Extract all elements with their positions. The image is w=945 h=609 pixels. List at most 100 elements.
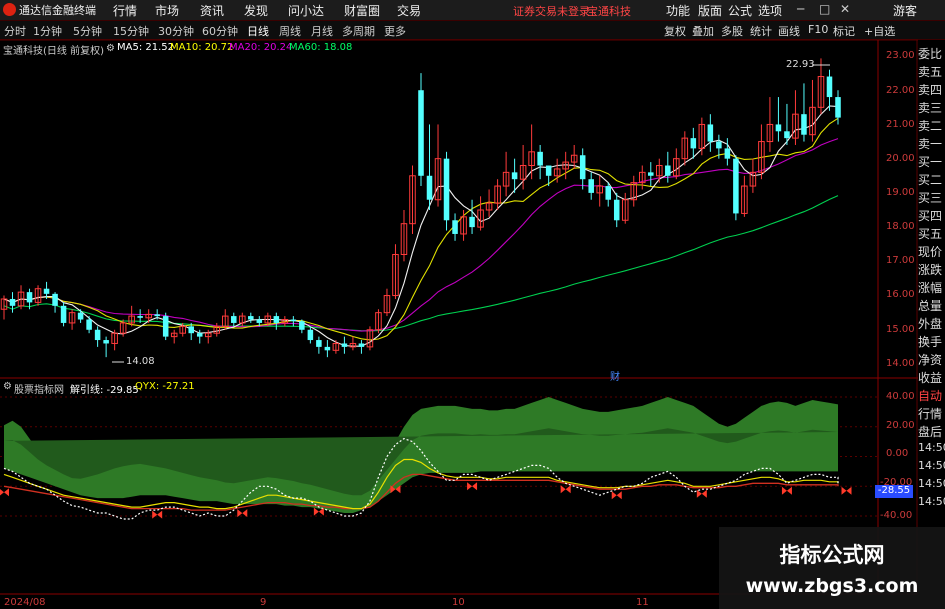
- candle-body: [307, 329, 314, 341]
- candle-body: [835, 97, 841, 118]
- rpanel-buy2[interactable]: 买二: [918, 171, 945, 188]
- y-tick: 20.00: [886, 153, 915, 164]
- indicator-line1-label: 解引线: -29.85: [70, 385, 139, 396]
- candle-body: [665, 165, 671, 176]
- candle-body: [511, 172, 518, 180]
- low-price-label: 14.08: [126, 356, 155, 367]
- candle-body: [77, 312, 84, 320]
- candle-body: [784, 131, 790, 139]
- rpanel-turnover[interactable]: 换手: [918, 333, 945, 350]
- rpanel-pct[interactable]: 涨幅: [918, 279, 945, 296]
- candle-body: [613, 199, 620, 221]
- ma60-label: MA60: 18.08: [289, 42, 353, 53]
- y-tick: 22.00: [886, 85, 915, 96]
- rpanel-buy4[interactable]: 买四: [918, 207, 945, 224]
- indicator-name: 股票指标网: [14, 385, 64, 396]
- candle-body: [162, 316, 169, 337]
- candle-body: [545, 165, 552, 176]
- candle-body: [86, 319, 92, 330]
- rpanel-buy1[interactable]: 买一: [918, 153, 945, 170]
- butterfly-marker-icon: [467, 482, 478, 491]
- rpanel-sell5[interactable]: 卖五: [918, 63, 945, 80]
- candle-body: [154, 314, 160, 317]
- candle-body: [256, 319, 263, 323]
- indicator-current-value: -28.55: [875, 485, 913, 498]
- finance-marker[interactable]: 财: [610, 368, 620, 383]
- candle-body: [537, 151, 543, 166]
- y-tick: 17.00: [886, 255, 915, 266]
- candle-body: [103, 340, 109, 344]
- ind-y-tick: 40.00: [886, 391, 915, 402]
- butterfly-marker-icon: [696, 489, 707, 498]
- high-price-label: 22.93: [786, 59, 815, 70]
- date-label: 10: [452, 597, 465, 608]
- y-tick: 15.00: [886, 324, 915, 335]
- butterfly-marker-icon: [841, 486, 852, 495]
- candle-body: [137, 316, 143, 318]
- rpanel-weibi[interactable]: 委比: [918, 45, 945, 62]
- butterfly-marker-icon: [0, 488, 9, 497]
- rpanel-tick-time: 14:50: [918, 441, 945, 454]
- chart-canvas[interactable]: [0, 0, 945, 609]
- candle-body: [775, 124, 782, 132]
- candle-body: [60, 305, 67, 323]
- watermark-title: 指标公式网: [779, 543, 885, 567]
- candle-body: [248, 316, 254, 320]
- rpanel-tick-time: 14:50: [918, 495, 945, 508]
- rpanel-afterhours[interactable]: 盘后: [918, 423, 945, 440]
- candle-body: [605, 186, 611, 200]
- ma10-label: MA10: 20.72: [170, 42, 234, 53]
- candle-body: [26, 292, 33, 303]
- ma60-line: [3, 195, 839, 332]
- candle-body: [231, 316, 237, 323]
- indicator-settings-icon[interactable]: ⚙: [3, 381, 12, 392]
- rpanel-buy5[interactable]: 买五: [918, 225, 945, 242]
- ind-y-tick: 0.00: [886, 448, 909, 459]
- rpanel-sell3[interactable]: 卖三: [918, 99, 945, 116]
- ma20-label: MA20: 20.24: [229, 42, 293, 53]
- ind-y-tick: 20.00: [886, 420, 915, 431]
- candle-body: [443, 158, 450, 221]
- candle-body: [324, 346, 331, 351]
- rpanel-quote[interactable]: 行情: [918, 405, 945, 422]
- rpanel-netasset[interactable]: 净资: [918, 351, 945, 368]
- candle-body: [358, 343, 365, 347]
- rpanel-sell4[interactable]: 卖四: [918, 81, 945, 98]
- main-chart-title: 宝通科技(日线 前复权): [3, 46, 104, 57]
- settings-gear-icon[interactable]: ⚙: [106, 43, 115, 54]
- rpanel-earnings[interactable]: 收益: [918, 369, 945, 386]
- rpanel-outer[interactable]: 外盘: [918, 315, 945, 332]
- rpanel-tick-time: 14:50: [918, 477, 945, 490]
- rpanel-buy3[interactable]: 买三: [918, 189, 945, 206]
- date-label: 9: [260, 597, 267, 608]
- candle-body: [707, 124, 714, 142]
- y-tick: 18.00: [886, 221, 915, 232]
- rpanel-change[interactable]: 涨跌: [918, 261, 945, 278]
- candle-body: [196, 333, 203, 337]
- candle-body: [43, 288, 50, 294]
- rpanel-volume[interactable]: 总量: [918, 297, 945, 314]
- y-tick: 23.00: [886, 50, 915, 61]
- y-tick: 14.00: [886, 358, 915, 369]
- rpanel-price[interactable]: 现价: [918, 243, 945, 260]
- candle-body: [452, 220, 458, 234]
- indicator-line2-label: QYX: -27.21: [135, 381, 195, 392]
- ind-y-tick: -40.00: [880, 510, 913, 521]
- candle-body: [9, 298, 16, 306]
- ma5-label: MA5: 21.52: [117, 42, 175, 53]
- candle-body: [94, 329, 101, 341]
- candle-body: [733, 158, 739, 214]
- watermark-url: www.zbgs3.com: [745, 575, 919, 597]
- candle-body: [418, 90, 424, 176]
- candle-body: [52, 293, 58, 306]
- candle-body: [716, 141, 722, 149]
- candle-body: [299, 321, 305, 330]
- candle-body: [426, 175, 433, 200]
- date-label: 11: [636, 597, 649, 608]
- candle-body: [588, 179, 594, 193]
- watermark-box: 指标公式网 www.zbgs3.com: [719, 527, 945, 609]
- rpanel-sell2[interactable]: 卖二: [918, 117, 945, 134]
- rpanel-auto[interactable]: 自动: [918, 387, 945, 404]
- rpanel-sell1[interactable]: 卖一: [918, 135, 945, 152]
- butterfly-marker-icon: [611, 491, 622, 500]
